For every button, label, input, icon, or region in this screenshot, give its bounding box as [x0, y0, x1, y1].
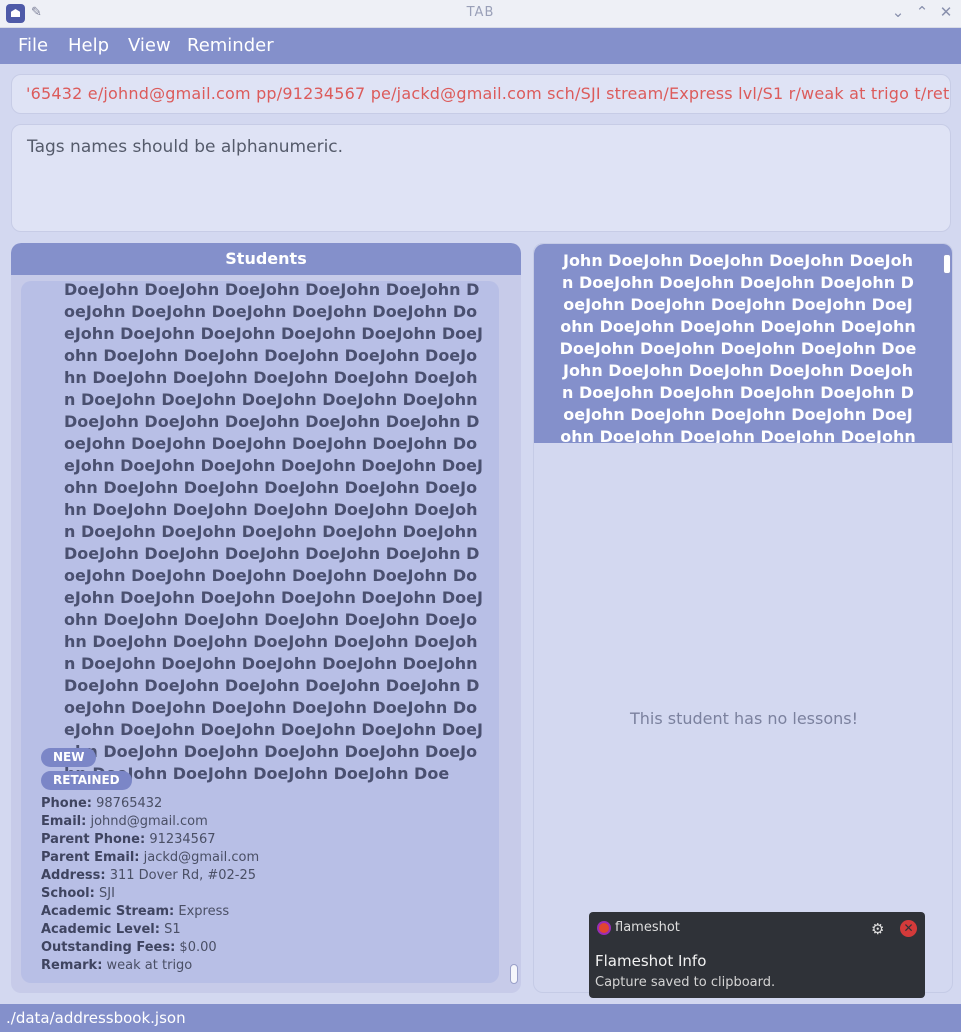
status-bar: ./data/addressbook.json: [0, 1004, 961, 1032]
field-parent-phone: Parent Phone: 91234567: [41, 832, 216, 847]
no-lessons-message: This student has no lessons!: [629, 709, 859, 728]
result-message: Tags names should be alphanumeric.: [27, 137, 344, 157]
close-icon[interactable]: ✕: [937, 3, 955, 21]
student-fields: Phone: 98765432 Email: johnd@gmail.com P…: [41, 795, 259, 975]
flameshot-notification[interactable]: flameshot ⚙ ✕ Flameshot Info Capture sav…: [589, 912, 925, 998]
tag-new: NEW: [41, 748, 97, 767]
menu-bar: File Help View Reminder: [0, 28, 961, 64]
menu-file[interactable]: File: [18, 35, 48, 56]
student-name: DoeJohn DoeJohn DoeJohn DoeJohn DoeJohn …: [64, 281, 483, 783]
student-card[interactable]: DoeJohn DoeJohn DoeJohn DoeJohn DoeJohn …: [21, 281, 499, 983]
field-email: Email: johnd@gmail.com: [41, 814, 208, 829]
field-remark: Remark: weak at trigo: [41, 958, 193, 973]
students-scrollbar[interactable]: [510, 964, 518, 984]
notification-close-icon[interactable]: ✕: [900, 920, 917, 937]
tag-retained: RETAINED: [41, 771, 132, 790]
field-address: Address: 311 Dover Rd, #02-25: [41, 868, 257, 883]
lessons-header: John DoeJohn DoeJohn DoeJohn DoeJohn Doe…: [534, 244, 952, 443]
settings-icon[interactable]: ⚙: [871, 920, 884, 938]
window-title: TAB: [466, 5, 495, 20]
maximize-icon[interactable]: ⌃: [913, 3, 931, 21]
menu-view[interactable]: View: [128, 35, 171, 56]
command-input[interactable]: '65432 e/johnd@gmail.com pp/91234567 pe/…: [26, 84, 950, 103]
minimize-icon[interactable]: ⌄: [889, 3, 907, 21]
field-school: School: SJI: [41, 886, 115, 901]
title-bar: ✎ TAB ⌄ ⌃ ✕: [0, 0, 961, 28]
lessons-student-name: John DoeJohn DoeJohn DoeJohn DoeJohn Doe…: [559, 251, 917, 443]
menu-help[interactable]: Help: [68, 35, 109, 56]
lessons-header-scrollbar[interactable]: [943, 254, 951, 274]
students-header: Students: [11, 243, 521, 275]
field-outstanding-fees: Outstanding Fees: $0.00: [41, 940, 217, 955]
result-display: Tags names should be alphanumeric.: [11, 124, 951, 232]
students-header-label: Students: [225, 249, 307, 268]
flameshot-icon: [597, 921, 611, 935]
lessons-panel: John DoeJohn DoeJohn DoeJohn DoeJohn Doe…: [533, 243, 953, 993]
field-academic-stream: Academic Stream: Express: [41, 904, 230, 919]
field-phone: Phone: 98765432: [41, 796, 163, 811]
command-box[interactable]: '65432 e/johnd@gmail.com pp/91234567 pe/…: [11, 74, 951, 114]
students-panel: Students DoeJohn DoeJohn DoeJohn DoeJohn…: [11, 243, 521, 993]
notification-app-name: flameshot: [615, 920, 680, 935]
menu-reminder[interactable]: Reminder: [187, 35, 274, 56]
notification-body: Capture saved to clipboard.: [595, 975, 776, 990]
field-academic-level: Academic Level: S1: [41, 922, 181, 937]
field-parent-email: Parent Email: jackd@gmail.com: [41, 850, 260, 865]
notification-title: Flameshot Info: [595, 952, 707, 970]
data-file-path: ./data/addressbook.json: [6, 1009, 186, 1027]
